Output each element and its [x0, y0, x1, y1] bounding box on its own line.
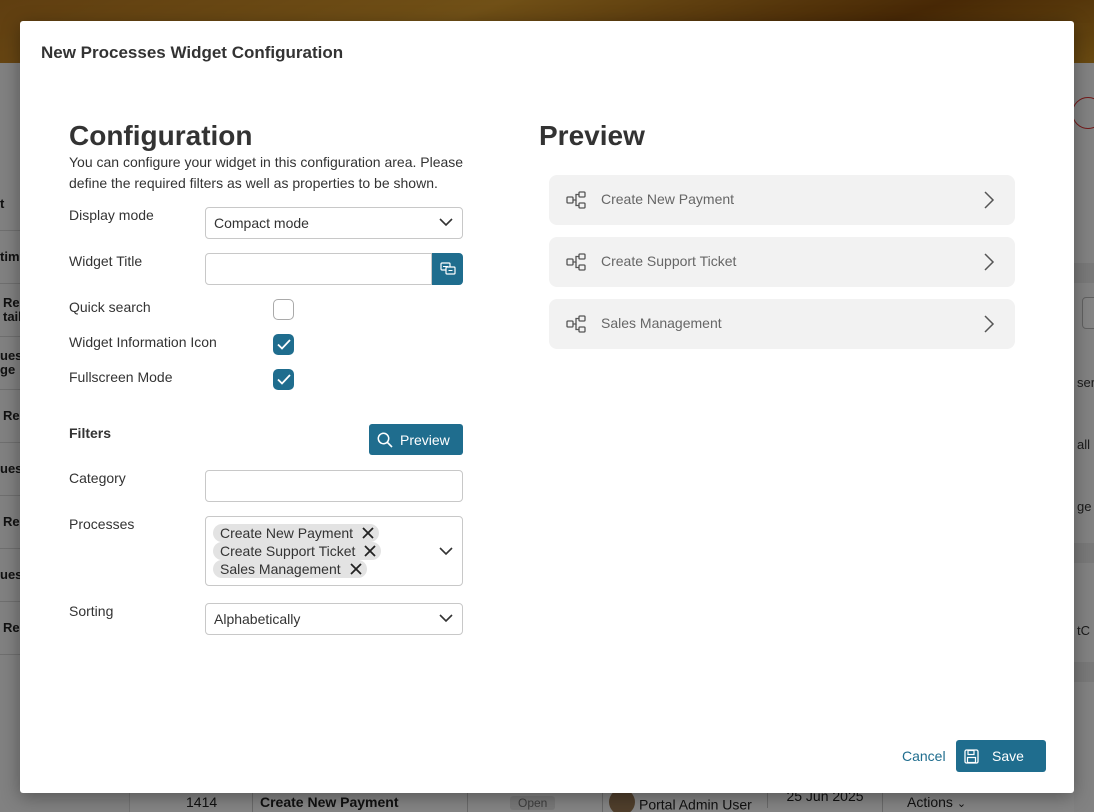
- checkmark-icon: [276, 374, 291, 385]
- sorting-value: Alphabetically: [214, 611, 301, 627]
- process-icon: [566, 315, 586, 333]
- category-label: Category: [69, 470, 126, 486]
- configuration-section: Configuration You can configure your wid…: [69, 121, 463, 194]
- fullscreen-checkbox[interactable]: [273, 369, 294, 390]
- preview-item[interactable]: Sales Management: [549, 299, 1015, 349]
- info-icon-label: Widget Information Icon: [69, 334, 217, 350]
- chevron-right-icon: [984, 253, 995, 271]
- info-icon-checkbox[interactable]: [273, 334, 294, 355]
- process-tag: Create Support Ticket: [213, 542, 382, 560]
- close-icon[interactable]: [363, 544, 377, 558]
- preview-button[interactable]: Preview: [369, 424, 463, 455]
- quick-search-checkbox[interactable]: [273, 299, 294, 320]
- category-input[interactable]: [205, 470, 463, 502]
- cancel-button[interactable]: Cancel: [902, 748, 946, 764]
- widget-title-input[interactable]: [205, 253, 432, 285]
- chevron-down-icon: [439, 218, 453, 227]
- translate-button[interactable]: [432, 253, 463, 285]
- filters-label: Filters: [69, 425, 112, 441]
- chevron-right-icon: [984, 191, 995, 209]
- configuration-heading: Configuration: [69, 120, 253, 151]
- display-mode-select[interactable]: Compact mode: [205, 207, 463, 239]
- checkmark-icon: [276, 339, 291, 350]
- widget-config-dialog: New Processes Widget Configuration Confi…: [20, 21, 1074, 793]
- display-mode-label: Display mode: [69, 207, 154, 223]
- save-icon: [964, 748, 979, 764]
- category-row: Category: [69, 470, 463, 502]
- preview-item-label: Create Support Ticket: [601, 253, 737, 269]
- process-icon: [566, 253, 586, 271]
- display-mode-row: Display mode Compact mode: [69, 207, 463, 239]
- preview-item-label: Sales Management: [601, 315, 722, 331]
- widget-title-label: Widget Title: [69, 253, 143, 269]
- sorting-row: Sorting Alphabetically: [69, 603, 463, 635]
- quick-search-label: Quick search: [69, 299, 151, 315]
- processes-multiselect[interactable]: Create New Payment Create Support Ticket…: [205, 516, 463, 586]
- process-tag: Create New Payment: [213, 524, 380, 542]
- chevron-right-icon: [984, 315, 995, 333]
- preview-section: Preview: [539, 121, 1015, 151]
- chevron-down-icon: [439, 614, 453, 623]
- processes-label: Processes: [69, 516, 135, 532]
- preview-item-label: Create New Payment: [601, 191, 735, 207]
- fullscreen-label: Fullscreen Mode: [69, 369, 173, 385]
- close-icon[interactable]: [361, 526, 375, 540]
- process-tag: Sales Management: [213, 560, 367, 578]
- sorting-select[interactable]: Alphabetically: [205, 603, 463, 635]
- translate-icon: [439, 262, 456, 275]
- process-icon: [566, 191, 586, 209]
- search-icon: [377, 432, 393, 448]
- processes-row: Processes Create New Payment Create Supp…: [69, 516, 463, 586]
- close-icon[interactable]: [349, 562, 363, 576]
- dialog-title: New Processes Widget Configuration: [41, 43, 344, 62]
- chevron-down-icon[interactable]: [439, 547, 453, 556]
- display-mode-value: Compact mode: [214, 215, 309, 231]
- configuration-description: You can configure your widget in this co…: [69, 154, 464, 191]
- save-button[interactable]: Save: [956, 740, 1046, 772]
- preview-heading: Preview: [539, 120, 645, 151]
- preview-item[interactable]: Create Support Ticket: [549, 237, 1015, 287]
- sorting-label: Sorting: [69, 603, 114, 619]
- preview-item[interactable]: Create New Payment: [549, 175, 1015, 225]
